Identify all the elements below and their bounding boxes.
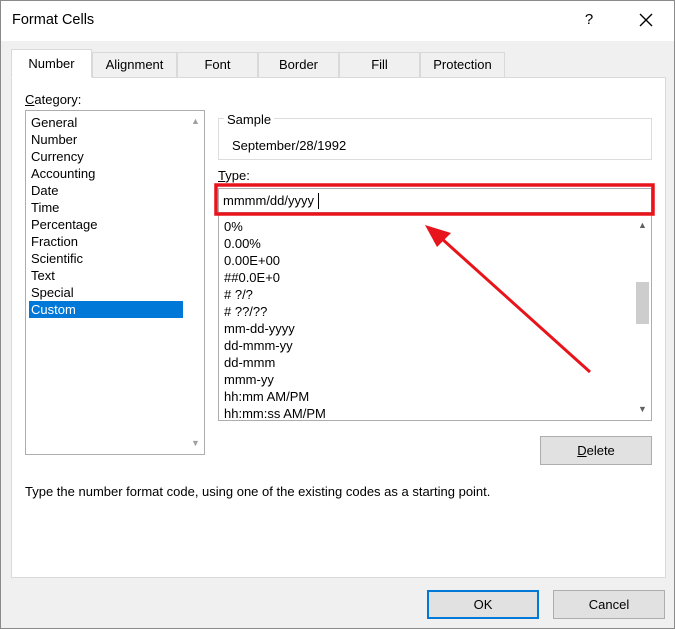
format-item[interactable]: mmm-yy (222, 371, 274, 388)
number-tab-panel: Category: General Number Currency Accoun… (11, 77, 666, 578)
window-title: Format Cells (12, 12, 95, 28)
tab-fill[interactable]: Fill (339, 52, 420, 77)
format-item[interactable]: dd-mmm-yy (222, 337, 293, 354)
format-item[interactable]: # ?/? (222, 286, 253, 303)
type-label: Type: (218, 168, 250, 183)
type-format-list[interactable]: 0% 0.00% 0.00E+00 ##0.0E+0 # ?/? # ??/??… (218, 214, 652, 421)
format-item[interactable]: hh:mm:ss AM/PM (222, 405, 326, 420)
tab-border[interactable]: Border (258, 52, 339, 77)
type-input-value: mmmm/dd/yyyy (223, 193, 314, 208)
chevron-up-icon[interactable]: ▲ (187, 113, 204, 130)
tab-protection[interactable]: Protection (420, 52, 505, 77)
tab-number[interactable]: Number (11, 49, 92, 78)
format-item[interactable]: 0% (222, 218, 243, 235)
format-item[interactable]: 0.00E+00 (222, 252, 280, 269)
type-list-scrollbar[interactable]: ▲ ▼ (634, 215, 651, 420)
category-item-text[interactable]: Text (29, 267, 55, 284)
scrollbar-thumb[interactable] (636, 282, 649, 324)
hint-text: Type the number format code, using one o… (25, 484, 491, 499)
help-icon[interactable]: ? (579, 10, 599, 30)
category-list[interactable]: General Number Currency Accounting Date … (25, 110, 205, 455)
tab-alignment[interactable]: Alignment (92, 52, 177, 77)
text-cursor (318, 193, 319, 209)
category-item-general[interactable]: General (29, 114, 77, 131)
delete-button[interactable]: Delete (540, 436, 652, 465)
category-item-time[interactable]: Time (29, 199, 59, 216)
format-cells-dialog: Format Cells ? Number Alignment Font Bor… (0, 0, 675, 629)
ok-button[interactable]: OK (427, 590, 539, 619)
close-icon[interactable] (637, 11, 655, 29)
category-item-date[interactable]: Date (29, 182, 58, 199)
format-item[interactable]: hh:mm AM/PM (222, 388, 309, 405)
category-item-fraction[interactable]: Fraction (29, 233, 78, 250)
category-item-custom[interactable]: Custom (29, 301, 183, 318)
category-item-accounting[interactable]: Accounting (29, 165, 95, 182)
cancel-button[interactable]: Cancel (553, 590, 665, 619)
format-item[interactable]: # ??/?? (222, 303, 267, 320)
type-input[interactable]: mmmm/dd/yyyy (218, 188, 652, 213)
category-item-percentage[interactable]: Percentage (29, 216, 98, 233)
format-item[interactable]: dd-mmm (222, 354, 275, 371)
category-item-special[interactable]: Special (29, 284, 74, 301)
category-label: Category: (25, 92, 82, 107)
category-item-number[interactable]: Number (29, 131, 77, 148)
category-item-scientific[interactable]: Scientific (29, 250, 83, 267)
tab-font[interactable]: Font (177, 52, 258, 77)
sample-label: Sample (224, 112, 275, 127)
format-item[interactable]: 0.00% (222, 235, 261, 252)
chevron-down-icon[interactable]: ▼ (634, 401, 651, 418)
chevron-up-icon[interactable]: ▲ (634, 217, 651, 234)
format-item[interactable]: mm-dd-yyyy (222, 320, 295, 337)
category-scrollbar[interactable]: ▲ ▼ (187, 111, 204, 454)
category-item-currency[interactable]: Currency (29, 148, 84, 165)
format-item[interactable]: ##0.0E+0 (222, 269, 280, 286)
chevron-down-icon[interactable]: ▼ (187, 435, 204, 452)
sample-value: September/28/1992 (232, 138, 347, 153)
title-bar: Format Cells ? (1, 1, 674, 41)
